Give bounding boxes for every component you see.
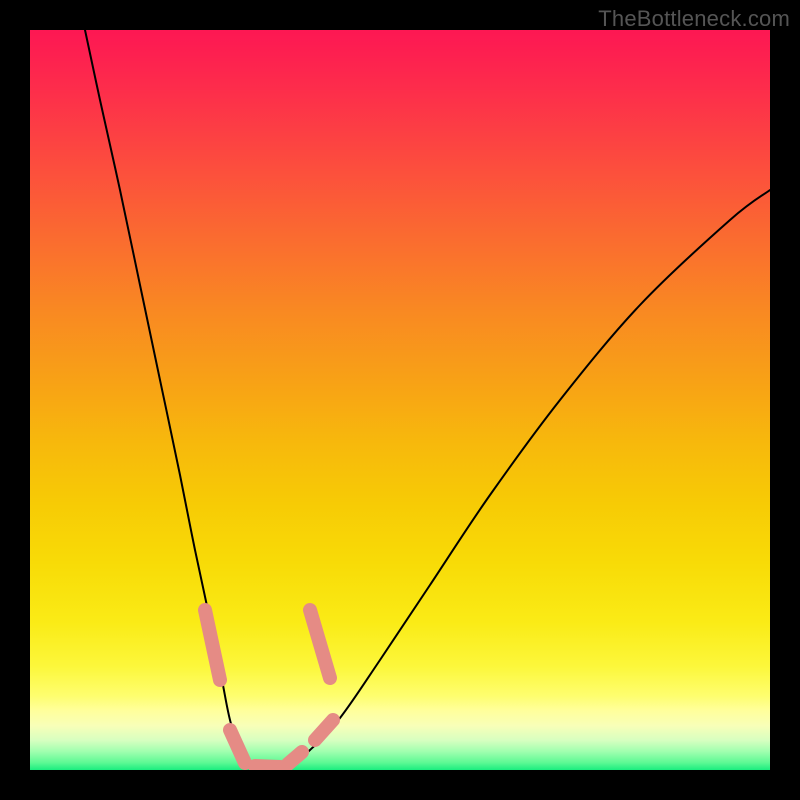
chart-background-gradient xyxy=(30,30,770,770)
chart-area xyxy=(30,30,770,770)
watermark-text: TheBottleneck.com xyxy=(598,6,790,32)
